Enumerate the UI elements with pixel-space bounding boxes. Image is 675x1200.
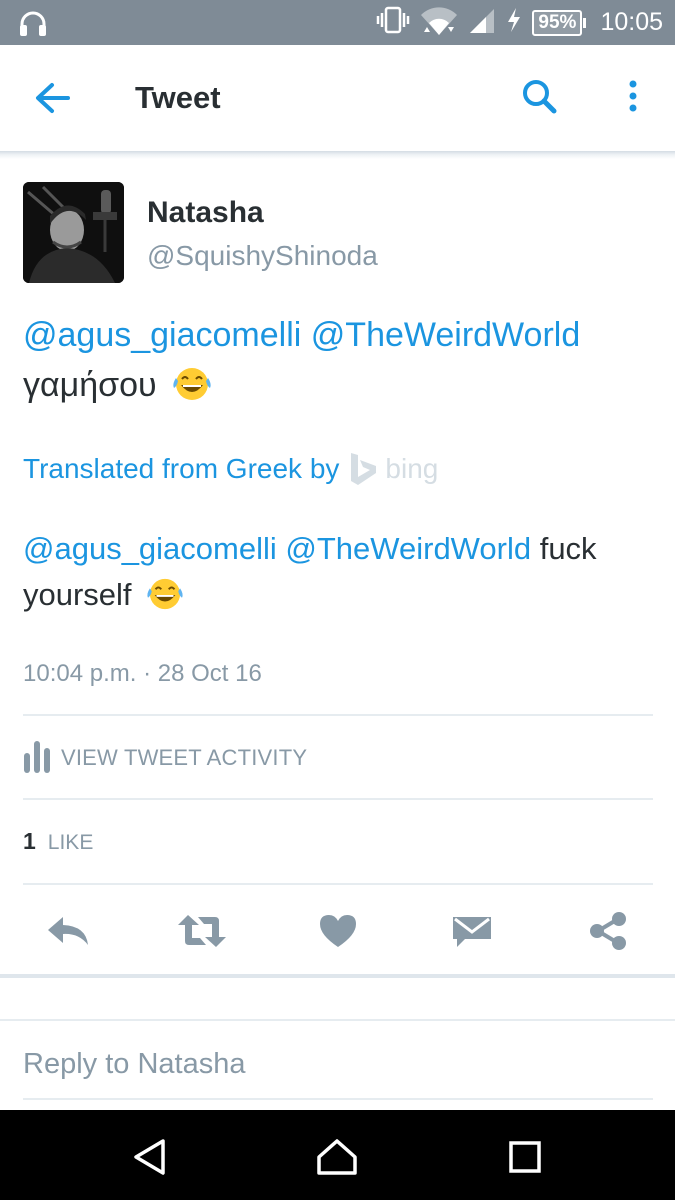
battery-icon: 95% — [532, 9, 587, 36]
tweet-text: @agus_giacomelli @TheWeirdWorld γαμήσου — [23, 310, 653, 416]
share-icon[interactable] — [582, 905, 634, 957]
mention-link[interactable]: @agus_giacomelli — [23, 316, 301, 354]
mention-link[interactable]: @TheWeirdWorld — [311, 316, 580, 354]
cellular-signal-icon — [468, 6, 496, 39]
status-bar: 95% 10:05 — [0, 0, 675, 45]
likes-summary[interactable]: 1 LIKE — [23, 828, 93, 855]
battery-percent: 95% — [532, 9, 583, 36]
divider — [23, 714, 653, 716]
reply-underline — [23, 1098, 653, 1100]
tweet-timestamp: 10:04 p.m. · 28 Oct 16 — [23, 660, 262, 687]
translation-attribution[interactable]: Translated from Greek by bing — [23, 449, 438, 489]
charging-icon — [506, 7, 522, 38]
reply-input[interactable]: Reply to Natasha — [23, 1048, 245, 1081]
bar-chart-icon — [23, 739, 51, 778]
activity-label: VIEW TWEET ACTIVITY — [61, 745, 308, 770]
author-handle[interactable]: @SquishyShinoda — [147, 240, 378, 272]
avatar[interactable] — [23, 182, 124, 283]
translated-label: Translated from Greek by — [23, 453, 340, 484]
home-icon[interactable] — [315, 1135, 359, 1179]
app-bar-shadow — [0, 151, 675, 159]
page-title: Tweet — [135, 80, 221, 115]
view-tweet-activity[interactable]: VIEW TWEET ACTIVITY — [23, 738, 307, 778]
arrow-left-icon[interactable] — [30, 78, 74, 118]
translated-text: @agus_giacomelli @TheWeirdWorld fuck you… — [23, 526, 653, 624]
author-name[interactable]: Natasha — [147, 196, 264, 230]
navigation-bar — [0, 1110, 675, 1200]
divider — [23, 798, 653, 800]
reply-icon[interactable] — [42, 905, 94, 957]
recents-icon[interactable] — [503, 1135, 547, 1179]
tweet-actions — [0, 905, 675, 957]
retweet-icon[interactable] — [176, 905, 228, 957]
face-with-tears-of-joy-icon — [144, 577, 186, 624]
bing-wordmark: bing — [385, 453, 439, 484]
clock: 10:05 — [600, 8, 663, 36]
wifi-icon — [420, 5, 458, 40]
like-count: 1 — [23, 828, 36, 854]
headphones-icon — [18, 9, 48, 37]
section-divider — [0, 974, 675, 978]
divider — [23, 883, 653, 885]
app-bar: Tweet — [0, 45, 675, 151]
search-icon[interactable] — [518, 75, 562, 119]
face-with-tears-of-joy-icon — [170, 366, 214, 416]
back-triangle-icon[interactable] — [128, 1135, 172, 1179]
like-label: LIKE — [47, 831, 94, 854]
bing-logo: bing — [349, 451, 438, 487]
reply-box-border — [0, 1019, 675, 1021]
direct-message-icon[interactable] — [446, 905, 498, 957]
mention-link[interactable]: @agus_giacomelli — [23, 531, 277, 566]
more-vertical-icon[interactable] — [620, 75, 646, 119]
mention-link[interactable]: @TheWeirdWorld — [285, 531, 531, 566]
vibrate-icon — [376, 6, 410, 39]
tweet-body: γαμήσου — [23, 366, 157, 404]
like-heart-icon[interactable] — [312, 905, 364, 957]
